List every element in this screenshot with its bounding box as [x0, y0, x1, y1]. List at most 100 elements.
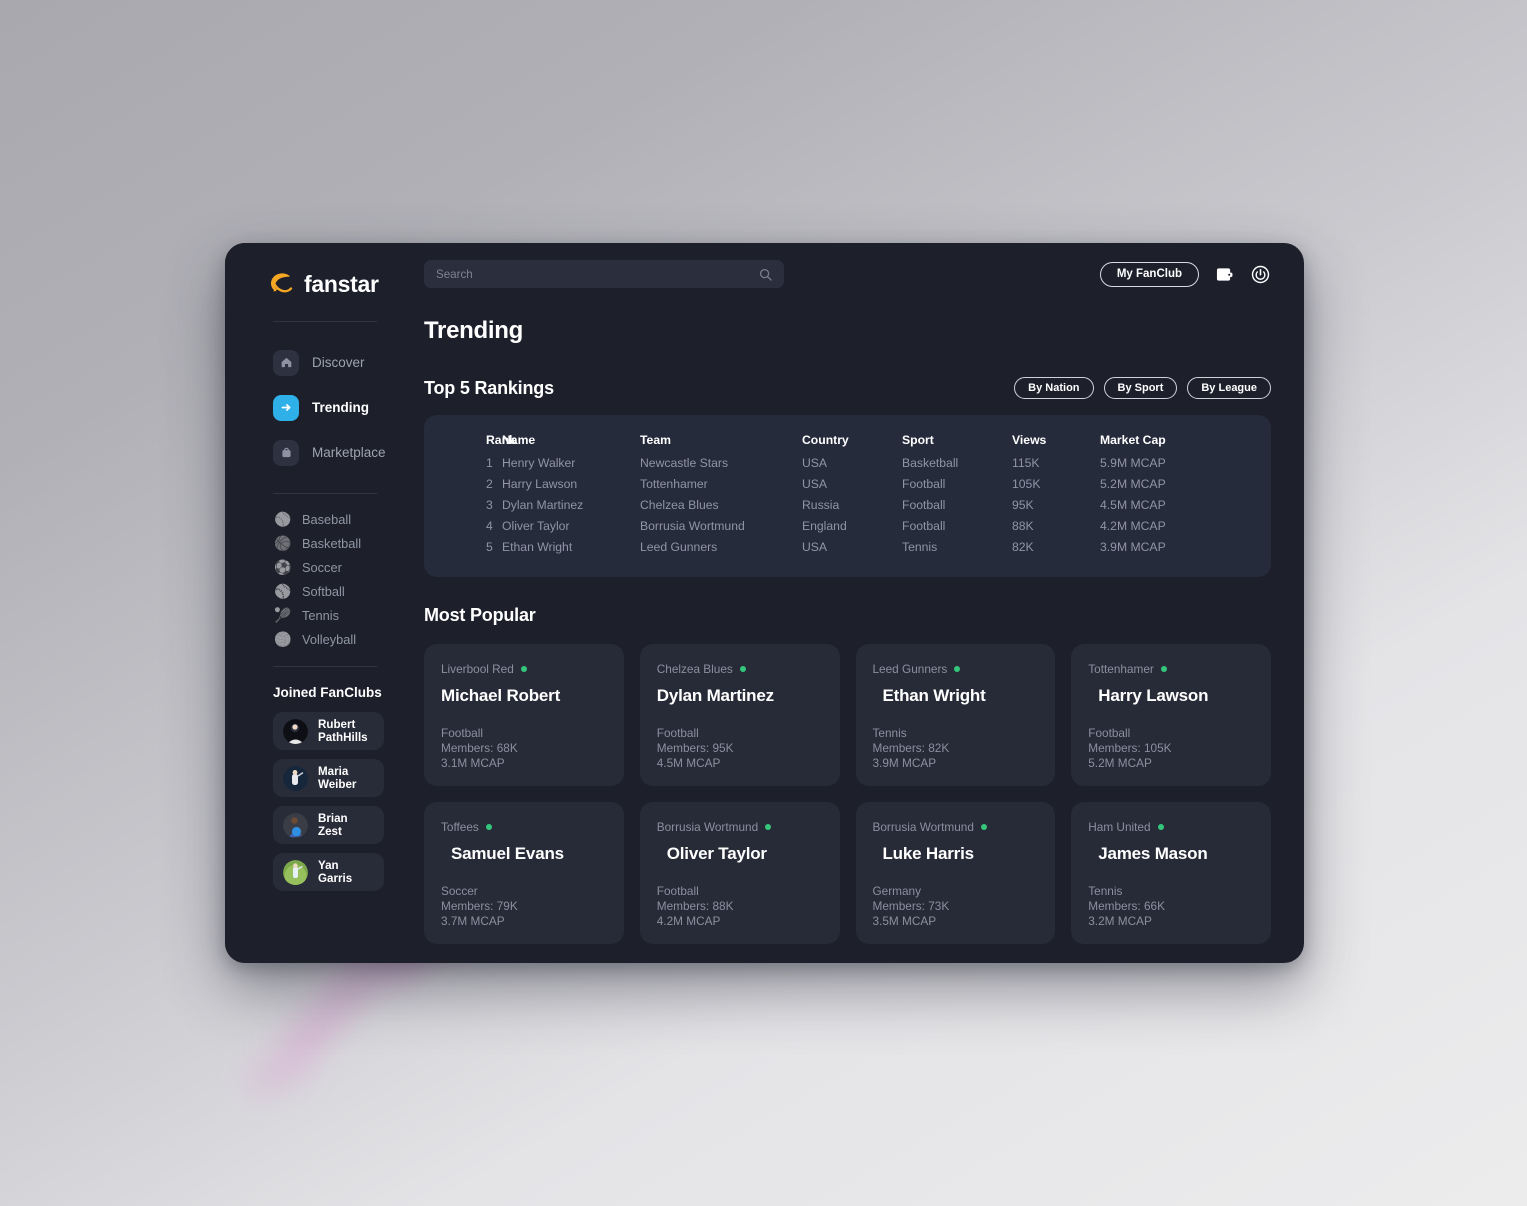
player-card[interactable]: Borrusia Wortmund Luke Harris Germany Me…: [855, 802, 1056, 944]
card-sport: Football: [1088, 726, 1131, 740]
cell-sport: Football: [902, 497, 946, 512]
search-box[interactable]: [424, 260, 784, 288]
sidebar-item-volleyball[interactable]: 🏐 Volleyball: [225, 627, 402, 651]
cell-views: 105K: [1012, 476, 1041, 491]
card-team-label: Borrusia Wortmund: [656, 820, 759, 834]
card-mcap: 3.2M MCAP: [1088, 914, 1152, 929]
my-fanclub-button[interactable]: My FanClub: [1099, 261, 1199, 287]
player-card[interactable]: Liverbool Red Michael Robert Football Me…: [424, 644, 624, 786]
card-team: Ham United: [1088, 820, 1254, 834]
cell-country: USA: [802, 539, 828, 554]
avatar: [283, 765, 308, 791]
player-card[interactable]: Chelzea Blues Dylan Martinez Football Me…: [639, 644, 840, 786]
sidebar-item-soccer[interactable]: ⚽ Soccer: [225, 555, 402, 579]
cell-views: 82K: [1012, 539, 1034, 554]
sidebar-item-tennis[interactable]: 🎾 Tennis: [225, 603, 402, 627]
brand[interactable]: fanstar: [225, 265, 402, 303]
home-icon: [273, 349, 299, 376]
fanclub-item[interactable]: Yan Garris: [273, 853, 384, 891]
cell-name: Ethan Wright: [502, 539, 573, 554]
sport-label: Tennis: [302, 607, 339, 623]
fanclub-item[interactable]: Brian Zest: [273, 806, 384, 844]
table-row[interactable]: 3 Dylan Martinez Chelzea Blues Russia Fo…: [424, 494, 1271, 515]
card-meta: Tennis Members: 66K 3.2M MCAP: [1088, 884, 1254, 930]
search-input[interactable]: [436, 267, 759, 281]
rankings-title: Top 5 Rankings: [424, 377, 554, 398]
fanclub-item[interactable]: Rubert PathHills: [273, 712, 384, 750]
volleyball-icon: 🏐: [274, 630, 292, 647]
arrow-right-icon: [273, 394, 299, 421]
cell-market-cap: 4.2M MCAP: [1100, 518, 1166, 533]
filter-by-league-button[interactable]: By League: [1187, 377, 1271, 399]
sidebar-item-basketball[interactable]: 🏀 Basketball: [225, 531, 402, 555]
card-mcap: 3.5M MCAP: [872, 914, 937, 929]
sidebar-item-discover[interactable]: Discover: [225, 340, 402, 385]
status-dot-icon: [520, 666, 527, 672]
sidebar-item-label: Trending: [312, 400, 369, 415]
avatar: [283, 718, 308, 744]
topbar-actions: My FanClub: [1099, 261, 1271, 287]
card-mcap: 4.5M MCAP: [656, 756, 721, 771]
content-area: Trending Top 5 Rankings By Nation By Spo…: [402, 317, 1304, 944]
fanclub-item[interactable]: Maria Weiber: [273, 759, 384, 797]
power-icon[interactable]: [1249, 263, 1271, 285]
card-player-name: Dylan Martinez: [656, 686, 774, 705]
sidebar-item-baseball[interactable]: ⚾ Baseball: [225, 507, 402, 531]
fanclub-name: Rubert PathHills: [318, 718, 368, 744]
card-mcap: 4.2M MCAP: [656, 914, 721, 929]
filter-by-sport-button[interactable]: By Sport: [1103, 377, 1178, 399]
table-row[interactable]: 2 Harry Lawson Tottenhamer USA Football …: [424, 473, 1271, 494]
cell-country: England: [802, 518, 847, 533]
baseball-icon: ⚾: [274, 510, 292, 527]
sidebar-item-softball[interactable]: 🥎 Softball: [225, 579, 402, 603]
player-card[interactable]: Tottenhamer Harry Lawson Football Member…: [1071, 644, 1271, 786]
player-card[interactable]: Borrusia Wortmund Oliver Taylor Football…: [639, 802, 840, 944]
cell-team: Leed Gunners: [640, 539, 718, 554]
fanclub-name: Yan Garris: [318, 859, 353, 885]
card-player-name: James Mason: [1098, 844, 1208, 863]
cell-sport: Basketball: [902, 455, 959, 470]
table-row[interactable]: 4 Oliver Taylor Borrusia Wortmund Englan…: [424, 515, 1271, 536]
search-icon[interactable]: [759, 268, 772, 281]
cell-sport: Tennis: [902, 539, 938, 554]
sidebar-item-trending[interactable]: Trending: [225, 385, 402, 430]
sport-label: Volleyball: [302, 631, 357, 647]
rankings-header: Top 5 Rankings By Nation By Sport By Lea…: [424, 377, 1271, 399]
rankings-panel: Rank Name Team Country Sport Views Marke…: [424, 415, 1271, 577]
sidebar-item-marketplace[interactable]: Marketplace: [225, 430, 402, 475]
popular-card-grid: Liverbool Red Michael Robert Football Me…: [424, 644, 1271, 944]
wallet-icon[interactable]: [1213, 263, 1235, 285]
status-dot-icon: [980, 824, 987, 830]
column-header-country: Country: [802, 433, 849, 447]
status-dot-icon: [739, 666, 746, 672]
table-row[interactable]: 1 Henry Walker Newcastle Stars USA Baske…: [424, 452, 1271, 473]
card-player-name: Oliver Taylor: [666, 844, 767, 863]
status-dot-icon: [765, 824, 772, 830]
filter-by-nation-button[interactable]: By Nation: [1014, 377, 1094, 399]
player-card[interactable]: Toffees Samuel Evans Soccer Members: 79K…: [424, 802, 624, 944]
card-sport: Tennis: [872, 726, 907, 740]
cell-rank: 2: [486, 476, 493, 491]
card-members: Members: 79K: [441, 899, 518, 914]
table-row[interactable]: 5 Ethan Wright Leed Gunners USA Tennis 8…: [424, 536, 1271, 557]
card-player-name: Samuel Evans: [451, 844, 564, 863]
player-card[interactable]: Leed Gunners Ethan Wright Tennis Members…: [855, 644, 1056, 786]
sport-label: Soccer: [302, 559, 342, 575]
column-header-market-cap: Market Cap: [1100, 433, 1166, 447]
card-sport: Football: [441, 726, 483, 740]
cell-views: 115K: [1012, 455, 1040, 470]
status-dot-icon: [1157, 824, 1164, 830]
avatar: [283, 859, 308, 885]
card-sport: Football: [656, 726, 699, 740]
card-team: Chelzea Blues: [657, 662, 823, 676]
most-popular-title: Most Popular: [424, 605, 536, 625]
joined-fanclubs: Joined FanClubs Rubert PathHills Maria W…: [225, 685, 402, 891]
cell-team: Chelzea Blues: [640, 497, 719, 512]
soccer-ball-icon: ⚽: [274, 558, 292, 575]
status-dot-icon: [1160, 666, 1167, 672]
card-team: Leed Gunners: [873, 662, 1039, 676]
card-members: Members: 66K: [1088, 899, 1165, 914]
player-card[interactable]: Ham United James Mason Tennis Members: 6…: [1071, 802, 1271, 944]
card-team: Borrusia Wortmund: [873, 820, 1039, 834]
cell-rank: 4: [486, 518, 493, 533]
